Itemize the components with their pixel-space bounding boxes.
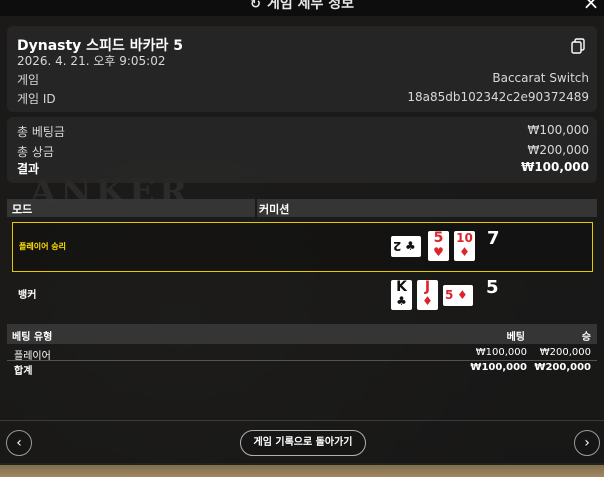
game-row: 게임 Baccarat Switch — [17, 71, 589, 88]
bet-type-header: 베팅 유형 — [12, 332, 53, 343]
playing-card: 5 ♦ — [443, 285, 473, 306]
commission-label: 커미션 — [259, 203, 290, 216]
total-payout-value: ₩200,000 — [527, 143, 590, 157]
history-icon: ↻ — [250, 0, 261, 12]
result-row: 결과 ₩100,000 — [17, 160, 589, 177]
club-suit-icon: ♣ — [405, 239, 416, 253]
game-details-panel: ↻ 게임 세부 정보 × ANKER Dynasty 스피드 바카라 5 2026… — [0, 0, 604, 465]
game-value: Baccarat Switch — [492, 71, 589, 85]
player-score: 7 — [487, 228, 500, 249]
playing-card: 10 ♦ — [454, 231, 475, 261]
diamond-suit-icon: ♦ — [459, 245, 470, 259]
total-label: 합계 — [14, 366, 33, 377]
chevron-right-icon[interactable]: › — [584, 435, 590, 451]
mode-label: 모드 — [12, 203, 33, 216]
game-summary-card: Dynasty 스피드 바카라 5 2026. 4. 21. 오후 9:05:0… — [7, 26, 597, 112]
heart-suit-icon: ♥ — [433, 245, 444, 259]
next-game-button[interactable]: › — [574, 430, 600, 456]
total-win-amount: ₩200,000 — [534, 362, 591, 373]
total-bet-row: 총 베팅금 ₩100,000 — [17, 123, 589, 140]
game-id-value: 18a85db102342c2e90372489 — [407, 90, 589, 104]
banker-score: 5 — [486, 277, 499, 298]
playing-card: K ♣ — [391, 280, 412, 310]
mode-commission-header: 모드 커미션 — [7, 199, 597, 217]
back-to-history-button[interactable]: 게임 기록으로 돌아가기 — [240, 430, 366, 456]
playing-card: J ♦ — [417, 280, 438, 310]
player-hand: 플레이어 승리 2 ♣ 5 ♥ 10 ♦ 7 — [12, 222, 593, 272]
banker-hand: 뱅커 K ♣ J ♦ 5 ♦ 5 — [12, 272, 591, 320]
chevron-left-icon[interactable]: ‹ — [16, 435, 22, 451]
close-icon[interactable]: × — [583, 0, 600, 14]
bet-amount: ₩100,000 — [475, 347, 527, 358]
game-datetime: 2026. 4. 21. 오후 9:05:02 — [17, 54, 166, 68]
game-id-row: 게임 ID 18a85db102342c2e90372489 — [17, 90, 589, 107]
panel-header: ↻ 게임 세부 정보 × — [0, 0, 604, 16]
total-bet-amount: ₩100,000 — [470, 362, 527, 373]
playing-card: 2 ♣ — [391, 236, 421, 257]
bet-type: 플레이어 — [14, 351, 51, 362]
bet-amount-header: 베팅 — [506, 332, 525, 343]
game-label: 게임 — [17, 73, 40, 87]
win-amount-header: 승 — [581, 332, 591, 343]
total-bet-value: ₩100,000 — [527, 123, 590, 137]
bet-table-header: 베팅 유형 베팅 승 — [7, 324, 597, 344]
footer-divider — [0, 420, 604, 421]
club-suit-icon: ♣ — [396, 294, 407, 308]
table-row: 플레이어 ₩100,000 ₩200,000 — [7, 346, 597, 362]
banker-hand-label: 뱅커 — [18, 290, 37, 301]
close-button[interactable]: × — [582, 0, 600, 13]
win-amount: ₩200,000 — [539, 347, 591, 358]
total-bet-label: 총 베팅금 — [17, 125, 65, 139]
result-label: 결과 — [17, 162, 40, 176]
previous-game-button[interactable]: ‹ — [6, 430, 32, 456]
totals-card: 총 베팅금 ₩100,000 총 상금 ₩200,000 결과 ₩100,000 — [7, 117, 597, 183]
game-id-label: 게임 ID — [17, 92, 56, 106]
panel-title: ↻ 게임 세부 정보 — [0, 0, 604, 13]
diamond-suit-icon: ♦ — [457, 288, 468, 302]
player-hand-label: 플레이어 승리 — [19, 242, 66, 251]
bet-total-row: 합계 ₩100,000 ₩200,000 — [7, 361, 597, 377]
total-payout-label: 총 상금 — [17, 145, 54, 159]
column-divider — [255, 199, 257, 217]
copy-icon[interactable] — [571, 38, 585, 54]
diamond-suit-icon: ♦ — [422, 294, 433, 308]
playing-card: 5 ♥ — [428, 231, 449, 261]
total-payout-row: 총 상금 ₩200,000 — [17, 143, 589, 160]
table-edge — [0, 463, 604, 477]
result-value: ₩100,000 — [521, 160, 589, 174]
